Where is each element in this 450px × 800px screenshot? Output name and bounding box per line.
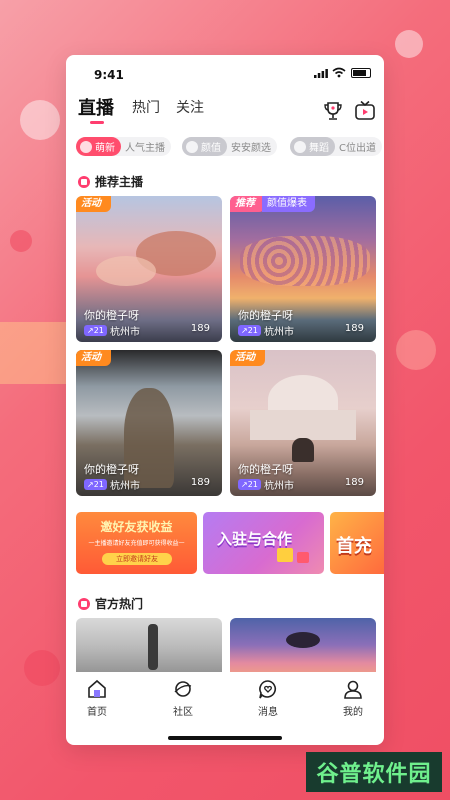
streamer-card[interactable]: 活动 你的橙子呀 ↗21 杭州市 189 <box>230 350 376 496</box>
watermark-logo: 谷普软件园 <box>306 752 442 792</box>
streamer-name: 你的橙子呀 <box>238 309 293 322</box>
chip-dance[interactable]: 舞蹈 C位出道 <box>290 137 382 156</box>
viewer-count: 189 <box>190 323 210 334</box>
nav-community[interactable]: 社区 <box>153 678 213 718</box>
official-card[interactable] <box>230 618 376 678</box>
banner-first-recharge[interactable]: 首充 <box>330 512 384 574</box>
building-silhouette <box>250 410 356 440</box>
streamer-city: 杭州市 <box>264 481 294 492</box>
gift-box-decoration <box>277 548 293 562</box>
streamer-city: 杭州市 <box>264 327 294 338</box>
level-badge: ↗21 <box>84 325 107 336</box>
banner-invite[interactable]: 邀好友获收益 一主播邀请好友充值即可获得收益一 立即邀请好友 <box>76 512 197 574</box>
status-bar: 9:41 <box>66 55 384 91</box>
location-icon <box>78 597 90 610</box>
activity-badge: 活动 <box>230 350 265 366</box>
background-band <box>0 322 66 384</box>
cloud-decoration <box>240 236 370 286</box>
viewer-count: 189 <box>190 477 210 488</box>
recommend-badge: 推荐 颜值爆表 <box>230 196 315 212</box>
background-bubble <box>395 30 423 58</box>
streamer-city: 杭州市 <box>110 481 140 492</box>
streamer-card[interactable]: 活动 你的橙子呀 ↗21 杭州市 189 <box>76 350 222 496</box>
nav-me[interactable]: 我的 <box>323 678 383 718</box>
home-indicator <box>168 736 282 740</box>
level-badge: ↗21 <box>238 479 261 490</box>
user-icon <box>344 680 362 699</box>
banner-first-recharge-title: 首充 <box>336 536 372 557</box>
background-bubble <box>10 230 32 252</box>
streamer-card[interactable]: 活动 你的橙子呀 ↗21 杭州市 189 <box>76 196 222 342</box>
chip-looks[interactable]: 颜值 安安颜选 <box>182 137 277 156</box>
official-card[interactable] <box>76 618 222 678</box>
activity-badge: 活动 <box>76 350 111 366</box>
invite-friends-button[interactable]: 立即邀请好友 <box>102 553 172 565</box>
phone-screen: 9:41 直播 热门 关注 萌新 人气主播 颜值 安安颜选 舞蹈 C位出道 推荐… <box>66 55 384 745</box>
tv-icon[interactable] <box>354 100 376 122</box>
banner-invite-title: 邀好友获收益 <box>100 520 173 534</box>
streamer-name: 你的橙子呀 <box>238 463 293 476</box>
background-bubble <box>20 100 60 140</box>
smile-icon <box>80 140 92 153</box>
category-chips: 萌新 人气主播 颜值 安安颜选 舞蹈 C位出道 <box>76 137 384 159</box>
streamer-card[interactable]: 推荐 颜值爆表 你的橙子呀 ↗21 杭州市 189 <box>230 196 376 342</box>
level-badge: ↗21 <box>84 479 107 490</box>
streamer-name: 你的橙子呀 <box>84 309 139 322</box>
heart-icon <box>186 140 198 153</box>
banner-join-title: 入驻与合作 <box>217 530 293 548</box>
crown-icon <box>78 175 90 188</box>
dance-icon <box>294 140 306 153</box>
streamer-city: 杭州市 <box>110 327 140 338</box>
background-bubble <box>24 650 60 686</box>
planet-icon <box>174 681 192 697</box>
nav-home[interactable]: 首页 <box>67 678 127 718</box>
activity-badge: 活动 <box>76 196 111 212</box>
message-heart-icon <box>259 680 277 699</box>
background-bubble <box>396 330 436 370</box>
person-silhouette <box>292 438 314 462</box>
bottom-nav: 首页 社区 消息 我的 <box>66 672 384 728</box>
signal-icon <box>314 69 328 78</box>
level-badge: ↗21 <box>238 325 261 336</box>
banner-invite-sub: 一主播邀请好友充值即可获得收益一 <box>88 540 185 547</box>
tab-follow[interactable]: 关注 <box>176 97 204 117</box>
active-tab-indicator <box>90 121 104 124</box>
streamer-name: 你的橙子呀 <box>84 463 139 476</box>
status-time: 9:41 <box>94 68 124 82</box>
viewer-count: 189 <box>344 323 364 334</box>
banner-join[interactable]: 入驻与合作 <box>203 512 324 574</box>
section-official-title: 官方热门 <box>78 595 143 612</box>
gift-box-decoration <box>297 552 309 563</box>
chip-newbie[interactable]: 萌新 人气主播 <box>76 137 171 156</box>
wifi-icon <box>332 67 346 78</box>
trophy-icon[interactable] <box>322 100 344 122</box>
tree-silhouette <box>286 632 320 648</box>
cloud-decoration <box>96 256 156 286</box>
person-silhouette <box>148 624 158 670</box>
tab-live[interactable]: 直播 <box>78 94 114 120</box>
section-recommended-title: 推荐主播 <box>78 173 143 190</box>
tab-hot[interactable]: 热门 <box>132 97 160 117</box>
battery-icon <box>351 68 371 78</box>
home-icon <box>88 679 106 698</box>
viewer-count: 189 <box>344 477 364 488</box>
nav-messages[interactable]: 消息 <box>238 678 298 718</box>
